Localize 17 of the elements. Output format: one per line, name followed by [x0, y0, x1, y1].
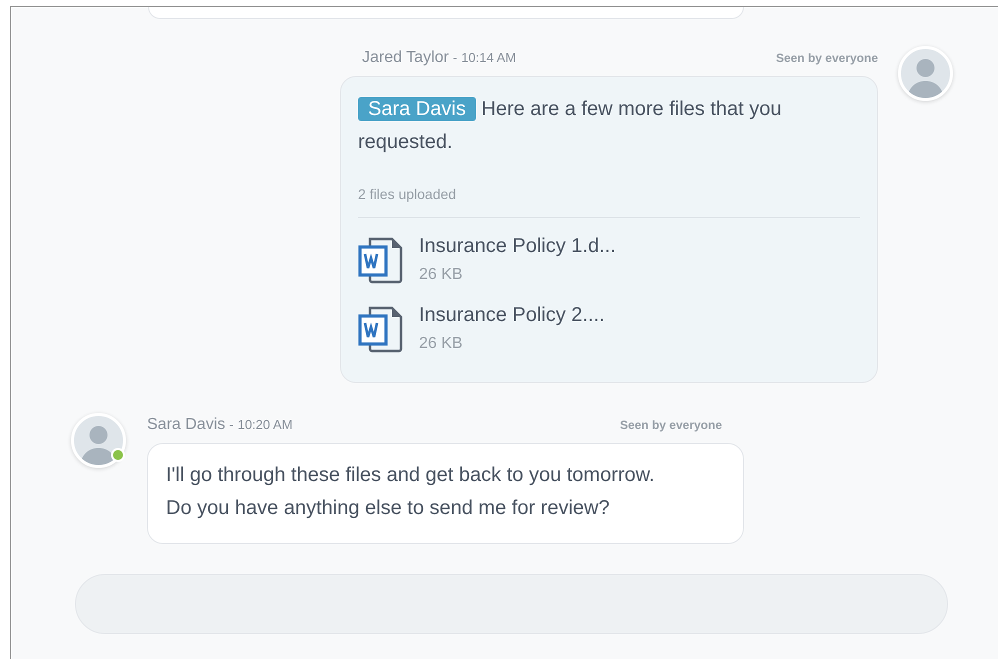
message-time: 10:14 AM	[461, 49, 516, 67]
files-count: 2 files uploaded	[358, 184, 860, 218]
message-text: Sara Davis Here are a few more files that you requested.	[358, 96, 783, 155]
file-name[interactable]: Insurance Policy 1.d...	[419, 233, 616, 259]
separator: -	[229, 416, 234, 434]
seen-status: Seen by everyone	[620, 417, 722, 434]
separator: -	[452, 49, 458, 67]
file-size: 26 KB	[419, 334, 464, 354]
file-size: 26 KB	[419, 265, 464, 285]
word-document-icon	[358, 236, 405, 284]
sender-name: Sara Davis	[147, 415, 226, 435]
seen-status: Seen by everyone	[776, 50, 878, 67]
word-document-icon	[358, 305, 405, 353]
file-name[interactable]: Insurance Policy 2....	[419, 302, 605, 328]
message-text: I'll go through these files and get back to you tomorrow. Do you have anything else to send me for review?	[166, 463, 656, 521]
sender-name: Jared Taylor	[362, 48, 449, 68]
message-time: 10:20 AM	[238, 416, 293, 434]
